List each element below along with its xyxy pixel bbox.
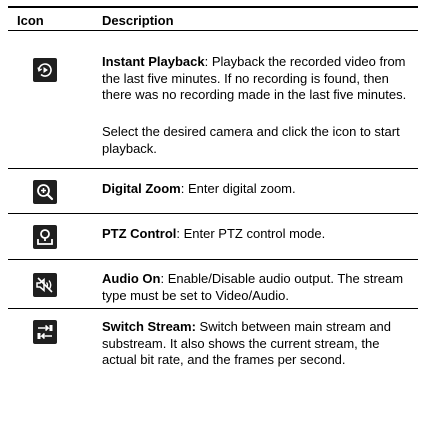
row-title: Switch Stream: (102, 319, 196, 334)
row-text: Enter digital zoom. (184, 181, 296, 196)
row-ptz-control-description: PTZ Control: Enter PTZ control mode. (102, 226, 326, 241)
row-switch-stream-description: Switch Stream: Switch between main strea… (102, 319, 414, 369)
table-top-rule (8, 6, 418, 8)
header-rule (8, 30, 418, 31)
row-title: PTZ Control (102, 226, 177, 241)
row-divider (8, 259, 418, 260)
row-title: Audio On (102, 271, 161, 286)
row-divider (8, 308, 418, 309)
row-title: Instant Playback (102, 54, 205, 69)
digital-zoom-icon (33, 180, 57, 204)
table-header: Icon Description (8, 9, 418, 31)
switch-stream-icon (33, 320, 57, 344)
row-text: Enter PTZ control mode. (180, 226, 326, 241)
instant-playback-icon (33, 58, 57, 82)
row-instant-playback-description: Instant Playback: Playback the recorded … (102, 54, 407, 102)
row-divider (8, 168, 418, 169)
row-audio-on-description: Audio On: Enable/Disable audio output. T… (102, 271, 404, 303)
audio-on-icon (33, 273, 57, 297)
ptz-control-icon (33, 225, 57, 249)
row-digital-zoom-description: Digital Zoom: Enter digital zoom. (102, 181, 296, 196)
header-icon: Icon (17, 13, 44, 28)
row-instant-playback-extra: Select the desired camera and click the … (102, 124, 400, 156)
header-description: Description (102, 13, 174, 28)
row-divider (8, 213, 418, 214)
row-title: Digital Zoom (102, 181, 181, 196)
